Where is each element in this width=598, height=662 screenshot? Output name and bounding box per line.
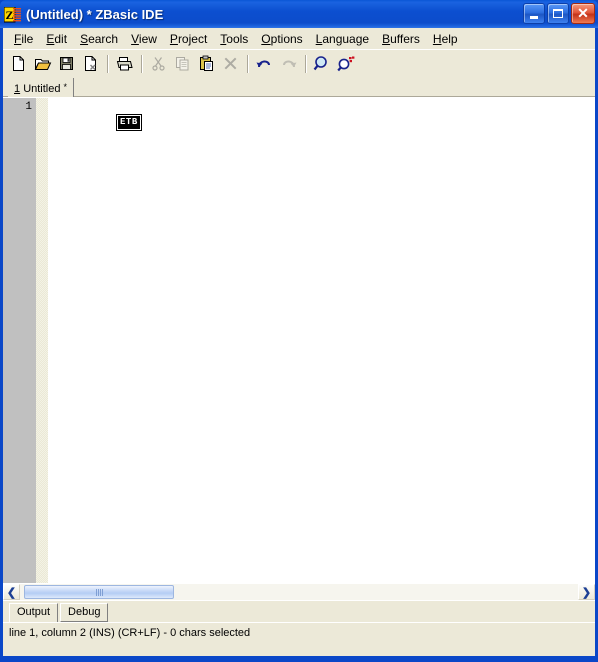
scroll-right-button[interactable]: ❯ <box>578 584 595 600</box>
undo-arrow-icon <box>256 60 270 68</box>
menu-tools[interactable]: Tools <box>214 30 255 48</box>
open-folder-icon <box>34 59 51 70</box>
menu-help[interactable]: Help <box>427 30 465 48</box>
code-line-1: ETB <box>51 101 142 144</box>
close-button[interactable]: ✕ <box>571 3 595 24</box>
copy-button[interactable] <box>171 53 194 75</box>
menu-project[interactable]: Project <box>164 30 214 48</box>
delete-button[interactable] <box>219 53 242 75</box>
scissors-icon <box>152 57 165 71</box>
floppy-save-icon <box>60 57 73 70</box>
menu-search[interactable]: Search <box>74 30 125 48</box>
cut-button[interactable] <box>147 53 170 75</box>
magnifier-replace-icon <box>336 56 354 71</box>
zbasic-ide-window: Z (Untitled) * ZBasic IDE ✕ File Edit Se… <box>0 0 598 662</box>
line-number: 1 <box>25 101 32 113</box>
clipboard-paste-icon <box>200 55 213 71</box>
title-bar: Z (Untitled) * ZBasic IDE ✕ <box>0 0 598 28</box>
open-file-button[interactable] <box>31 53 54 75</box>
find-button[interactable] <box>311 53 334 75</box>
status-bar: line 1, column 2 (INS) (CR+LF) - 0 chars… <box>3 622 595 642</box>
scroll-left-button[interactable]: ❮ <box>3 584 20 600</box>
editor-area[interactable]: 1 ETB <box>3 97 595 583</box>
zbasic-app-icon: Z <box>4 6 21 23</box>
tab-debug[interactable]: Debug <box>60 603 109 622</box>
document-close-icon <box>85 56 96 71</box>
new-file-button[interactable] <box>7 53 30 75</box>
print-button[interactable] <box>113 53 136 75</box>
fold-margin <box>36 98 48 583</box>
magnifier-icon <box>313 55 327 70</box>
close-file-button[interactable] <box>79 53 102 75</box>
window-controls: ✕ <box>523 3 595 24</box>
printer-icon <box>116 57 133 71</box>
svg-text:Z: Z <box>5 8 13 22</box>
window-title: (Untitled) * ZBasic IDE <box>26 6 164 22</box>
status-text: line 1, column 2 (INS) (CR+LF) - 0 chars… <box>9 626 251 639</box>
menu-buffers[interactable]: Buffers <box>376 30 427 48</box>
bottom-tab-strip: Output Debug <box>3 600 595 622</box>
paste-button[interactable] <box>195 53 218 75</box>
hscroll-track[interactable] <box>20 584 578 600</box>
menu-file[interactable]: File <box>8 30 40 48</box>
close-icon: ✕ <box>577 5 589 21</box>
menu-bar: File Edit Search View Project Tools Opti… <box>3 28 595 49</box>
toolbar <box>3 49 595 77</box>
control-char-glyph: ETB <box>116 114 142 131</box>
toolbar-separator <box>305 54 307 73</box>
maximize-icon <box>553 9 563 18</box>
menu-options[interactable]: Options <box>255 30 309 48</box>
toolbar-separator <box>247 54 249 73</box>
document-tab-untitled[interactable]: 1 Untitled * <box>8 78 75 98</box>
chevron-left-icon: ❮ <box>6 586 17 599</box>
toolbar-separator <box>107 54 109 73</box>
code-surface[interactable]: ETB <box>48 98 595 583</box>
hscroll-thumb[interactable] <box>24 585 174 599</box>
toolbar-separator <box>141 54 143 73</box>
client-area: File Edit Search View Project Tools Opti… <box>3 28 595 656</box>
menu-edit[interactable]: Edit <box>40 30 74 48</box>
redo-arrow-icon <box>283 60 297 68</box>
line-number-gutter: 1 <box>3 98 36 583</box>
menu-language[interactable]: Language <box>310 30 376 48</box>
new-document-icon <box>13 56 24 71</box>
grip-icon <box>95 588 103 596</box>
horizontal-scrollbar[interactable]: ❮ ❯ <box>3 583 595 600</box>
tab-output[interactable]: Output <box>9 603 59 622</box>
minimize-icon <box>530 16 538 19</box>
modified-marker: * <box>63 82 68 92</box>
document-tab-label: Untitled <box>23 83 61 95</box>
document-tab-strip: 1 Untitled * <box>3 77 595 98</box>
chevron-right-icon: ❯ <box>581 586 592 599</box>
find-replace-button[interactable] <box>335 53 358 75</box>
maximize-button[interactable] <box>547 3 569 24</box>
menu-view[interactable]: View <box>125 30 164 48</box>
copy-pages-icon <box>176 57 189 71</box>
minimize-button[interactable] <box>523 3 545 24</box>
redo-button[interactable] <box>277 53 300 75</box>
save-file-button[interactable] <box>55 53 78 75</box>
undo-button[interactable] <box>253 53 276 75</box>
x-delete-icon <box>224 57 237 70</box>
